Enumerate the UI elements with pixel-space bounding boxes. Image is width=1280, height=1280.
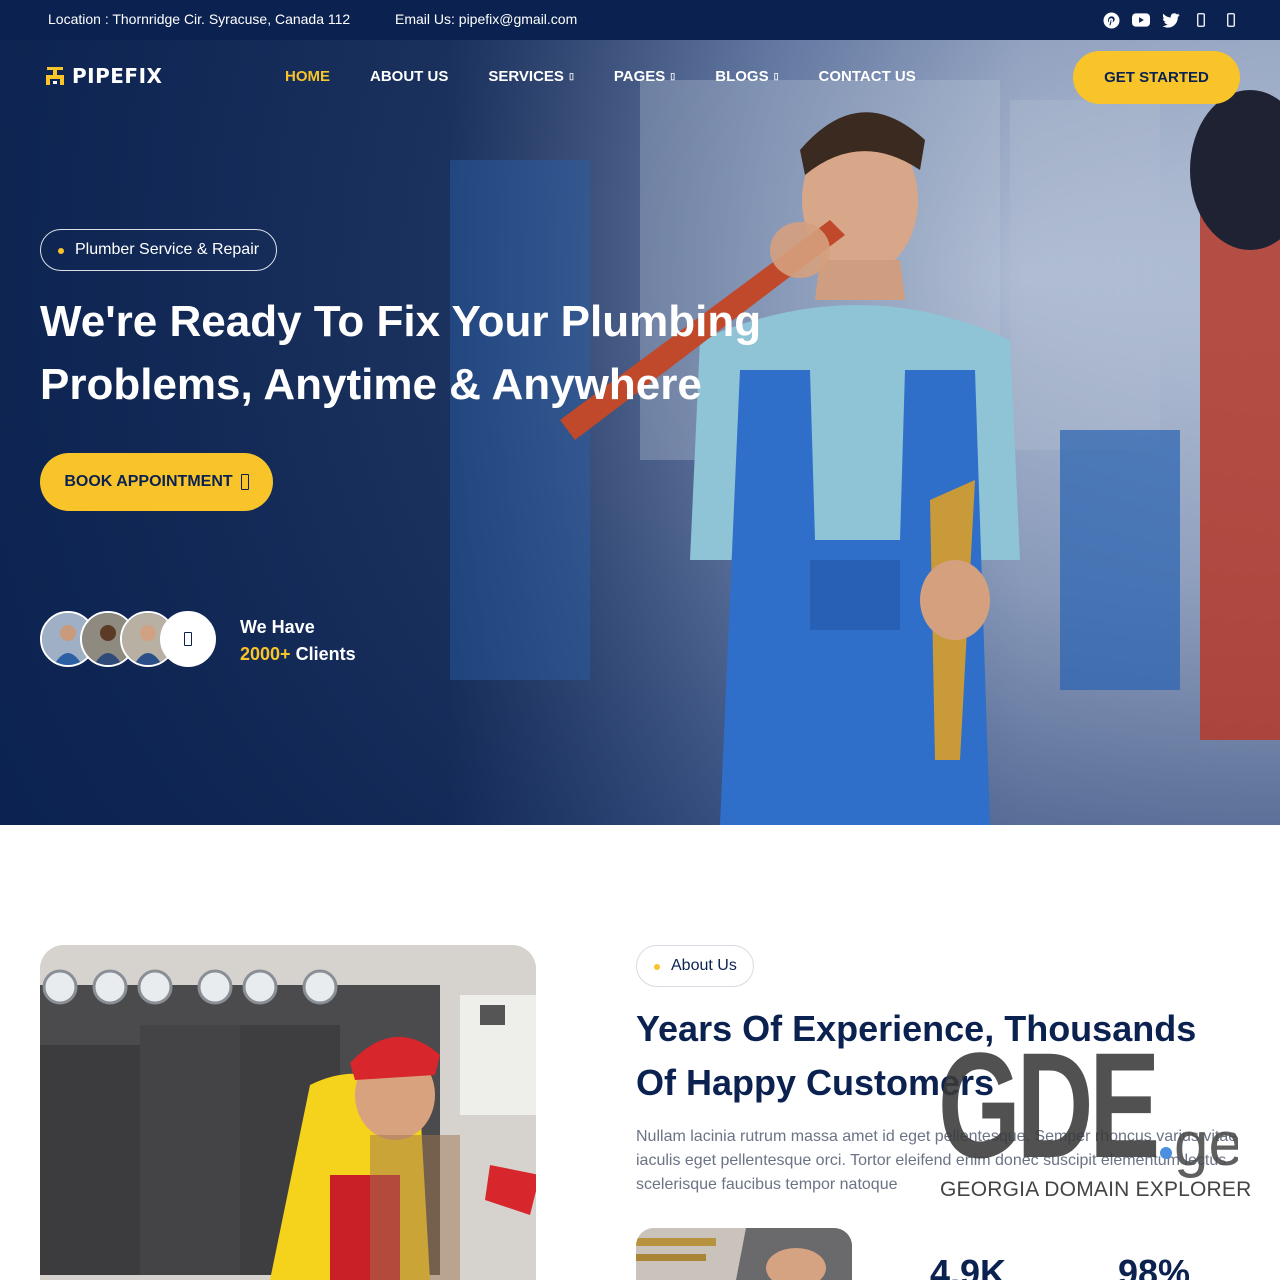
nav-contact-label: CONTACT US — [818, 68, 916, 85]
nav-pages-label: PAGES — [613, 68, 666, 85]
hero-title-line2: Problems, Anytime & Anywhere — [40, 360, 702, 409]
client-avatars — [40, 611, 220, 667]
about-thumbnail — [636, 1228, 852, 1280]
top-bar: Location : Thornridge Cir. Syracuse, Can… — [0, 0, 1280, 40]
nav-contact[interactable]: CONTACT US — [819, 68, 916, 85]
youtube-icon[interactable] — [1132, 10, 1150, 30]
nav-pages[interactable]: PAGES ▯ — [614, 68, 675, 85]
svg-text:ge: ge — [1174, 1110, 1238, 1179]
about-image — [40, 945, 536, 1280]
hero-title: We're Ready To Fix Your Plumbing Problem… — [40, 290, 840, 416]
hero-tag-label: Plumber Service & Repair — [75, 241, 260, 258]
svg-text:GDE: GDE — [938, 1035, 1157, 1189]
stat-customers: 4.9K — [930, 1252, 1007, 1280]
book-appointment-button[interactable]: BOOK APPOINTMENT — [40, 453, 273, 511]
bullet-dot — [654, 964, 660, 970]
bullet-dot — [58, 248, 64, 254]
nav-about[interactable]: ABOUT US — [370, 68, 448, 85]
pipe-logo-icon — [46, 67, 64, 85]
pinterest-icon[interactable] — [1102, 10, 1120, 30]
social-links — [1102, 10, 1240, 30]
hero-section: PIPEFIX HOME ABOUT US SERVICES ▯ PAGES ▯ B… — [0, 40, 1280, 825]
arrow-icon — [184, 632, 192, 646]
chevron-down-icon: ▯ — [773, 71, 779, 81]
watermark-subtitle: GEORGIA DOMAIN EXPLORER — [940, 1178, 1252, 1201]
email-link[interactable]: Email Us: pipefix@gmail.com — [395, 11, 577, 27]
about-tag-label: About Us — [671, 957, 737, 974]
clients-count: We Have 2000+ Clients — [240, 614, 356, 668]
chevron-down-icon: ▯ — [568, 71, 574, 81]
brand-name: PIPEFIX — [72, 64, 163, 88]
location-text: Location : Thornridge Cir. Syracuse, Can… — [48, 11, 351, 27]
hero-title-line1: We're Ready To Fix Your Plumbing — [40, 297, 762, 346]
about-tag: About Us — [636, 945, 754, 987]
nav-blogs-label: BLOGS — [715, 68, 769, 85]
clients-suffix: Clients — [295, 644, 356, 664]
book-appointment-label: BOOK APPOINTMENT — [64, 473, 233, 490]
hero-background-image — [450, 80, 1280, 825]
main-nav: HOME ABOUT US SERVICES ▯ PAGES ▯ BLOGS ▯ CO… — [285, 68, 956, 85]
stat-satisfaction: 98% — [1118, 1252, 1191, 1280]
nav-about-label: ABOUT US — [370, 68, 449, 85]
nav-services[interactable]: SERVICES ▯ — [488, 68, 574, 85]
nav-services-label: SERVICES — [488, 68, 564, 85]
instagram-icon[interactable] — [1192, 10, 1210, 30]
twitter-icon[interactable] — [1162, 10, 1180, 30]
arrow-icon — [240, 474, 249, 490]
nav-home-label: HOME — [285, 68, 330, 85]
brand-logo[interactable]: PIPEFIX — [44, 64, 162, 88]
linkedin-icon[interactable] — [1222, 10, 1240, 30]
clients-line1: We Have — [240, 617, 315, 637]
more-clients-button[interactable] — [160, 611, 216, 667]
hero-tag: Plumber Service & Repair — [40, 229, 278, 271]
get-started-button[interactable]: GET STARTED — [1073, 51, 1240, 104]
nav-home[interactable]: HOME — [285, 68, 330, 85]
chevron-down-icon: ▯ — [670, 71, 676, 81]
nav-blogs[interactable]: BLOGS ▯ — [715, 68, 778, 85]
clients-number: 2000+ — [240, 644, 291, 664]
